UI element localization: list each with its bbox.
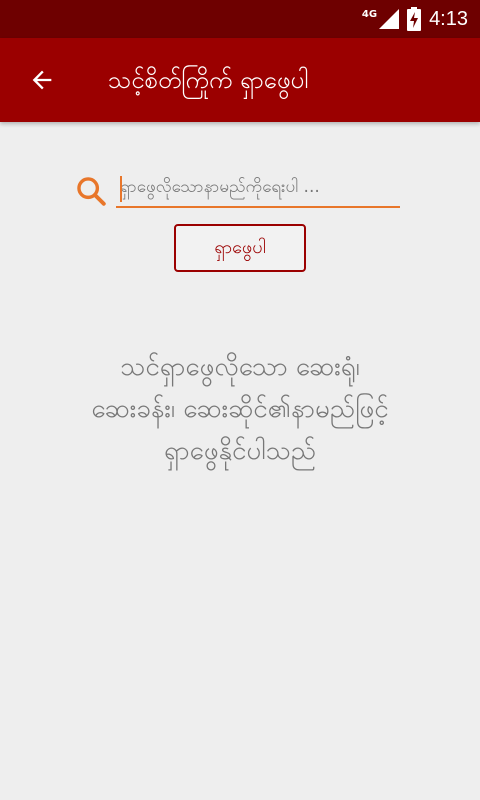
message-line: ဆေးခန်း၊ ဆေးဆိုင်၏နာမည်ဖြင့် <box>91 394 389 424</box>
search-row <box>74 168 404 214</box>
battery-charging-icon <box>407 7 422 31</box>
network-type-label: 4G <box>361 8 378 20</box>
status-icons: 4G 4:13 <box>362 0 468 38</box>
page-title: သင့်စိတ်ကြိုက် ရှာဖွေပါ <box>108 66 309 94</box>
arrow-back-icon <box>32 70 52 90</box>
signal-icon <box>379 9 400 29</box>
text-cursor <box>120 176 122 202</box>
status-time: 4:13 <box>429 7 468 30</box>
search-input[interactable] <box>116 168 400 208</box>
message-line: သင်ရှာဖွေလိုသော ဆေးရုံ၊ <box>120 352 360 382</box>
app-bar: သင့်စိတ်ကြိုက် ရှာဖွေပါ <box>0 38 480 122</box>
empty-state-message: သင်ရှာဖွေလိုသော ဆေးရုံ၊ ဆေးခန်း၊ ဆေးဆိုင… <box>30 346 450 472</box>
search-button[interactable]: ရှာဖွေပါ <box>174 224 306 272</box>
status-bar: 4G 4:13 <box>0 0 480 38</box>
message-line: ရှာဖွေနိုင်ပါသည် <box>163 436 317 466</box>
search-icon <box>77 177 106 206</box>
back-button[interactable] <box>18 56 66 104</box>
